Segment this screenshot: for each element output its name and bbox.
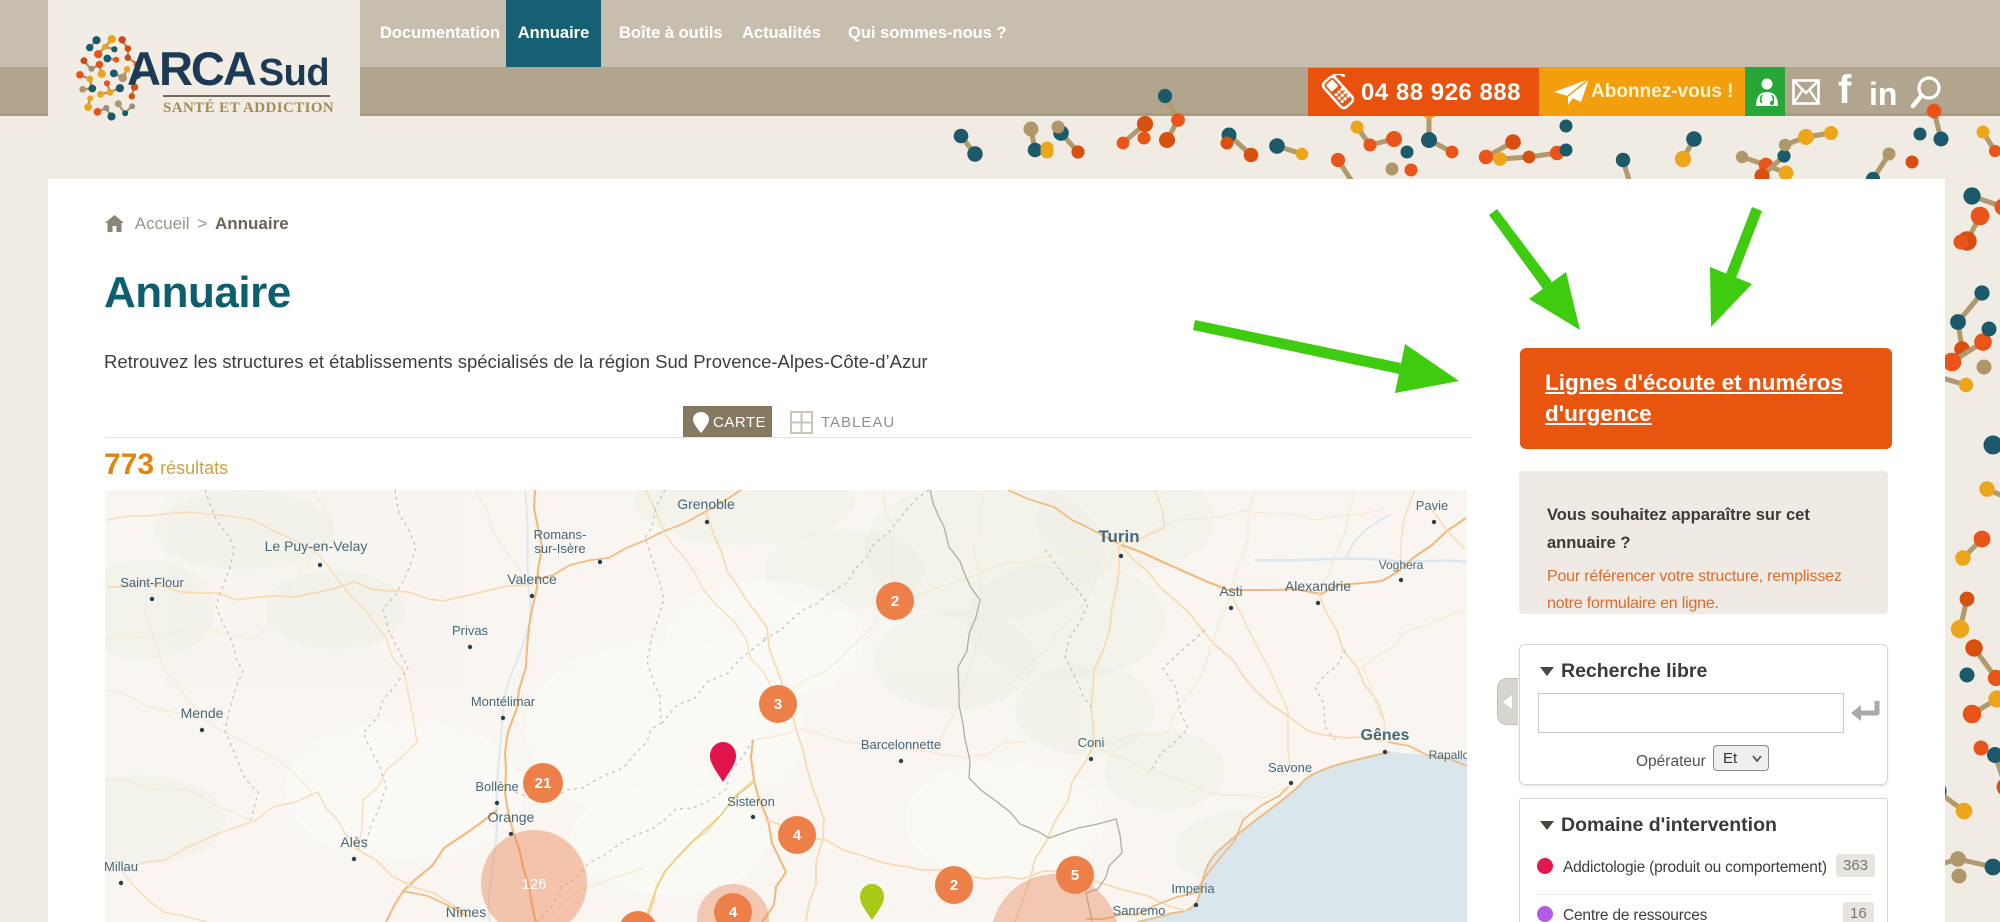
svg-text:Gênes: Gênes bbox=[1361, 727, 1410, 744]
svg-text:2: 2 bbox=[950, 877, 958, 894]
svg-text:4: 4 bbox=[793, 827, 802, 844]
svg-text:5: 5 bbox=[1071, 867, 1079, 884]
svg-text:Nîmes: Nîmes bbox=[446, 904, 486, 920]
svg-text:Romans-: Romans- bbox=[534, 527, 587, 542]
svg-text:Asti: Asti bbox=[1219, 583, 1242, 599]
svg-text:Orange: Orange bbox=[488, 809, 535, 825]
svg-text:Turin: Turin bbox=[1098, 527, 1139, 546]
svg-text:4: 4 bbox=[729, 904, 738, 921]
svg-text:21: 21 bbox=[535, 775, 552, 792]
svg-text:Savone: Savone bbox=[1268, 760, 1312, 775]
svg-text:Imperia: Imperia bbox=[1171, 881, 1215, 896]
svg-text:Coni: Coni bbox=[1078, 735, 1105, 750]
svg-text:2: 2 bbox=[891, 593, 899, 610]
svg-text:Sanremo: Sanremo bbox=[1113, 903, 1166, 918]
svg-text:126: 126 bbox=[521, 876, 546, 893]
svg-text:3: 3 bbox=[774, 696, 782, 713]
svg-text:Grenoble: Grenoble bbox=[677, 496, 735, 512]
svg-text:sur-Isère: sur-Isère bbox=[534, 541, 585, 556]
svg-text:Montélimar: Montélimar bbox=[471, 694, 536, 709]
svg-text:Mende: Mende bbox=[181, 705, 224, 721]
svg-text:Privas: Privas bbox=[452, 623, 489, 638]
svg-text:Millau: Millau bbox=[105, 859, 138, 874]
svg-text:Barcelonnette: Barcelonnette bbox=[861, 737, 941, 752]
svg-text:Le Puy-en-Velay: Le Puy-en-Velay bbox=[265, 538, 368, 554]
svg-text:Rapallo: Rapallo bbox=[1429, 748, 1467, 762]
svg-text:Valence: Valence bbox=[507, 571, 557, 587]
svg-text:Saint-Flour: Saint-Flour bbox=[120, 575, 184, 590]
svg-text:Alès: Alès bbox=[340, 834, 367, 850]
svg-text:Pavie: Pavie bbox=[1416, 498, 1449, 513]
svg-text:Bollène: Bollène bbox=[475, 779, 518, 794]
svg-text:Voghera: Voghera bbox=[1379, 558, 1424, 572]
svg-text:Alexandrie: Alexandrie bbox=[1285, 578, 1351, 594]
svg-text:Sisteron: Sisteron bbox=[727, 794, 775, 809]
